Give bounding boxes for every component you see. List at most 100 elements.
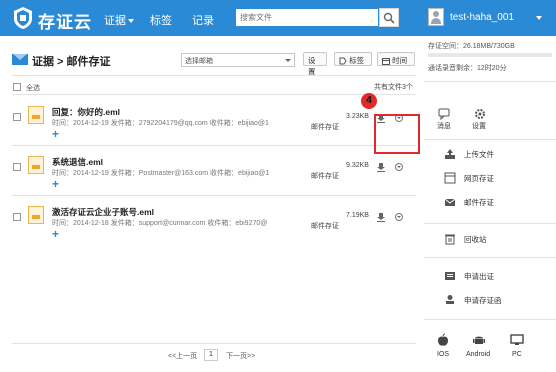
download-icon[interactable]	[376, 162, 386, 172]
file-size: 7.19KB	[346, 212, 369, 219]
prev-page-link[interactable]: <<上一页	[168, 351, 197, 361]
logo-icon	[14, 7, 32, 29]
sidebar-item-label: 网页存证	[464, 174, 494, 183]
add-tag-icon[interactable]: +	[52, 177, 59, 191]
webpage-icon	[444, 172, 456, 184]
recording-remaining: 通话录音剩余：12时20分	[428, 65, 507, 72]
gear-icon[interactable]	[474, 108, 486, 120]
chevron-down-icon	[128, 19, 134, 24]
file-name[interactable]: 激活存证云企业子账号.eml	[52, 206, 154, 218]
file-size: 9.32KB	[346, 162, 369, 169]
nav-evidence-label: 证据	[104, 15, 126, 27]
sidebar-item-apply-cert[interactable]: 申请出证	[444, 270, 544, 284]
divider	[12, 94, 416, 95]
sidebar-item-label: 申请出证	[464, 272, 494, 281]
search-icon	[383, 12, 395, 24]
time-button[interactable]: 时间	[377, 52, 415, 66]
sidebar-item-recycle[interactable]: 回收站	[444, 233, 544, 247]
device-label-ios[interactable]: IOS	[437, 351, 449, 358]
avatar[interactable]	[428, 8, 444, 26]
page-number[interactable]: 1	[204, 349, 218, 361]
divider	[12, 75, 416, 76]
next-page-link[interactable]: 下一页>>	[226, 351, 255, 361]
nav-evidence[interactable]: 证据	[104, 12, 134, 28]
top-bar: 存证云 证据 标签 记录 test-haha_001	[0, 0, 556, 36]
storage-usage: 存证空间：26.18MB/730GB	[428, 43, 515, 50]
tag-button[interactable]: 标签	[334, 52, 372, 66]
upload-icon	[445, 149, 455, 159]
sidebar: 存证空间：26.18MB/730GB 通话录音剩余：12时20分 消息 设置 上…	[424, 37, 556, 372]
file-meta: 时间：2014-12-19 发件箱：Postmaster@163.com 收件箱…	[52, 170, 270, 177]
sidebar-item-email[interactable]: 邮件存证	[444, 196, 544, 210]
highlight-box	[374, 114, 420, 154]
row-checkbox[interactable]	[13, 213, 21, 221]
pc-icon[interactable]	[510, 333, 524, 347]
trash-icon	[445, 234, 455, 245]
divider	[12, 145, 416, 146]
nav-tags[interactable]: 标签	[150, 12, 172, 28]
file-tag: 邮件存证	[311, 173, 339, 180]
storage-bar	[428, 53, 552, 57]
select-all-label: 全选	[26, 85, 40, 92]
tag-icon	[339, 57, 347, 65]
file-icon	[28, 206, 44, 224]
settings-label[interactable]: 设置	[472, 121, 486, 131]
file-count: 共有文件3个	[374, 84, 413, 91]
row-checkbox[interactable]	[13, 113, 21, 121]
main-panel: 证据 > 邮件存证 选择邮箱 设置 标签 时间 全选 共有文件3个 回复：你好的…	[4, 37, 420, 371]
sidebar-item-label: 回收站	[464, 235, 487, 244]
file-icon	[28, 156, 44, 174]
mailbox-select[interactable]: 选择邮箱	[181, 53, 295, 67]
file-icon	[28, 106, 44, 124]
mail-icon	[12, 54, 28, 65]
stamp-icon	[446, 295, 454, 304]
calendar-icon	[382, 58, 390, 66]
sidebar-item-webpage[interactable]: 网页存证	[444, 172, 544, 186]
search-button[interactable]	[379, 8, 399, 27]
sidebar-item-apply-letter[interactable]: 申请存证函	[444, 294, 544, 308]
message-icon[interactable]	[438, 108, 450, 120]
username[interactable]: test-haha_001	[450, 12, 514, 23]
tag-button-label: 标签	[349, 56, 365, 65]
chevron-down-icon	[285, 59, 291, 62]
file-name[interactable]: 回复：你好的.eml	[52, 106, 120, 118]
nav-records[interactable]: 记录	[192, 12, 214, 28]
add-tag-icon[interactable]: +	[52, 127, 59, 141]
sidebar-item-upload[interactable]: 上传文件	[444, 148, 544, 162]
file-tag: 邮件存证	[311, 124, 339, 131]
certificate-icon	[445, 272, 455, 280]
page-title: 证据 > 邮件存证	[32, 56, 111, 68]
row-checkbox[interactable]	[13, 163, 21, 171]
add-tag-icon[interactable]: +	[52, 227, 59, 241]
android-icon[interactable]	[472, 333, 486, 347]
search-input[interactable]	[236, 9, 378, 26]
more-options-icon[interactable]	[395, 163, 403, 171]
select-all-checkbox[interactable]	[13, 83, 21, 91]
device-label-pc[interactable]: PC	[512, 351, 522, 358]
divider	[12, 343, 416, 344]
mailbox-select-value: 选择邮箱	[185, 58, 213, 65]
divider	[424, 81, 556, 82]
divider	[424, 223, 556, 224]
divider	[424, 139, 556, 140]
message-label[interactable]: 消息	[437, 121, 451, 131]
apple-icon[interactable]	[436, 333, 450, 347]
sidebar-item-label: 邮件存证	[464, 198, 494, 207]
more-options-icon[interactable]	[395, 213, 403, 221]
file-meta: 时间：2014-12-19 发件箱：2792204179@qq.com 收件箱：…	[52, 120, 269, 127]
app-name[interactable]: 存证云	[38, 8, 92, 33]
divider	[424, 257, 556, 258]
user-menu-chevron-icon[interactable]	[536, 16, 542, 20]
divider	[424, 319, 556, 320]
device-label-android[interactable]: Android	[466, 351, 490, 358]
divider	[12, 195, 416, 196]
sidebar-item-label: 申请存证函	[464, 296, 502, 305]
sidebar-item-label: 上传文件	[464, 150, 494, 159]
download-icon[interactable]	[376, 212, 386, 222]
file-tag: 邮件存证	[311, 223, 339, 230]
file-name[interactable]: 系统退信.eml	[52, 156, 103, 168]
file-meta: 时间：2014-12-18 发件箱：support@cunnar.com 收件箱…	[52, 220, 268, 227]
settings-button[interactable]: 设置	[303, 52, 327, 76]
mail-icon	[444, 198, 456, 206]
time-button-label: 时间	[392, 56, 408, 65]
